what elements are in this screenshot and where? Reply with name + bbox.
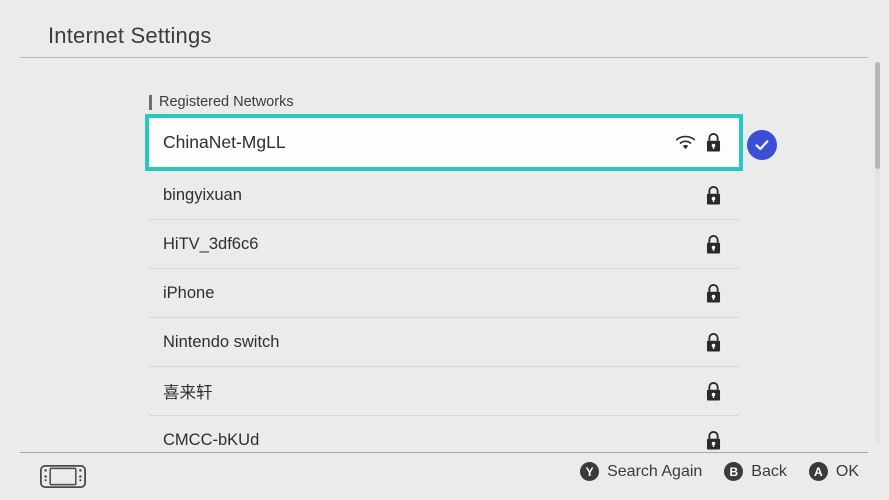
network-list-item[interactable]: bingyixuan [149, 171, 739, 220]
lock-icon [705, 332, 722, 353]
hint-label: Search Again [607, 462, 703, 480]
network-item-icons [675, 132, 739, 153]
hint-ok[interactable]: A OK [808, 462, 859, 481]
lock-icon [705, 283, 722, 304]
hint-label: OK [835, 462, 859, 480]
network-ssid-label: iPhone [163, 283, 215, 302]
button-hints: Y Search Again B Back A OK [580, 462, 859, 481]
network-list-item-selected[interactable]: ChinaNet-MgLL [145, 114, 743, 171]
hint-search-again[interactable]: Y Search Again [580, 462, 702, 481]
network-list-item[interactable]: Nintendo switch [149, 318, 739, 367]
network-list-item[interactable]: iPhone [149, 269, 739, 318]
page-header: Internet Settings [0, 0, 889, 58]
button-y-icon: Y [580, 462, 600, 481]
network-item-icons [705, 185, 739, 206]
network-list-item[interactable]: HiTV_3df6c6 [149, 220, 739, 269]
footer-bar: Y Search Again B Back A OK [0, 452, 889, 500]
section-marker-bar-icon [149, 94, 152, 110]
hint-back[interactable]: B Back [724, 462, 787, 481]
scrollbar-thumb[interactable] [875, 62, 880, 169]
hint-label: Back [751, 462, 787, 480]
network-ssid-label: ChinaNet-MgLL [163, 132, 286, 152]
section-header: Registered Networks [149, 94, 294, 110]
button-b-icon: B [724, 462, 744, 481]
footer-divider [20, 452, 868, 453]
page-title: Internet Settings [48, 23, 212, 48]
lock-icon [705, 185, 722, 206]
network-ssid-label: Nintendo switch [163, 332, 280, 351]
network-ssid-label: 喜来轩 [163, 384, 213, 402]
network-item-icons [705, 430, 739, 451]
network-item-icons [705, 332, 739, 353]
lock-icon [705, 430, 722, 451]
network-item-icons [705, 381, 739, 402]
button-a-icon: A [808, 462, 828, 481]
lock-icon [705, 132, 722, 153]
network-ssid-label: HiTV_3df6c6 [163, 234, 259, 253]
network-list-item[interactable]: 喜来轩 [149, 367, 739, 416]
network-item-icons [705, 234, 739, 255]
network-list-container: Registered Networks ChinaNet-MgLL bingyi… [0, 58, 889, 452]
network-item-icons [705, 283, 739, 304]
network-list-item[interactable]: CMCC-bKUd [149, 416, 739, 452]
wifi-icon [675, 134, 696, 151]
lock-icon [705, 381, 722, 402]
switch-handheld-icon [39, 464, 87, 489]
lock-icon [705, 234, 722, 255]
section-header-label: Registered Networks [159, 94, 294, 110]
check-circle-icon [747, 130, 777, 160]
network-ssid-label: bingyixuan [163, 185, 242, 204]
network-ssid-label: CMCC-bKUd [163, 430, 260, 449]
registered-networks-list: ChinaNet-MgLL bingyixuan HiTV_3df6c6 iPh… [145, 114, 743, 452]
